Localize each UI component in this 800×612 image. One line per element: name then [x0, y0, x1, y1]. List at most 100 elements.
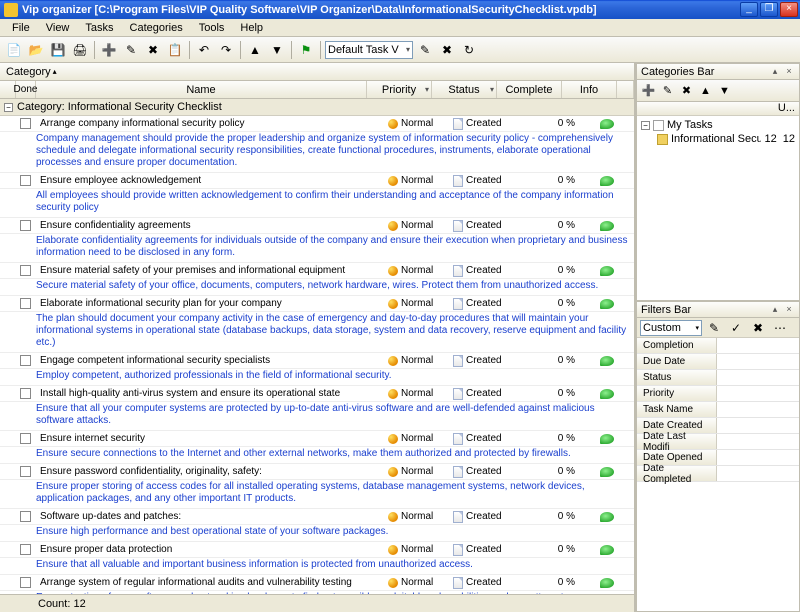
- col-scroll: [617, 81, 634, 98]
- col-done[interactable]: Done: [16, 81, 36, 98]
- new-icon[interactable]: 📄: [4, 40, 24, 60]
- menu-tasks[interactable]: Tasks: [77, 20, 121, 36]
- filter-row[interactable]: Status: [637, 370, 799, 386]
- filter-icon[interactable]: ✎: [415, 40, 435, 60]
- panel-close-icon[interactable]: ×: [783, 304, 795, 316]
- restore-button[interactable]: ❐: [760, 2, 778, 17]
- flag-icon[interactable]: ⚑: [296, 40, 316, 60]
- tree-root[interactable]: − My Tasks: [639, 118, 797, 132]
- group-collapse-icon[interactable]: −: [4, 103, 13, 112]
- task-row[interactable]: Ensure confidentiality agreements Normal…: [0, 218, 634, 234]
- task-complete: 0 %: [514, 576, 579, 589]
- filter-row[interactable]: Priority: [637, 386, 799, 402]
- priority-icon: [388, 545, 398, 555]
- task-priority: Normal: [384, 432, 449, 445]
- task-row[interactable]: Ensure password confidentiality, origina…: [0, 464, 634, 480]
- task-row[interactable]: Arrange system of regular informational …: [0, 575, 634, 591]
- task-row[interactable]: Ensure employee acknowledgement Normal C…: [0, 173, 634, 189]
- delete-task-icon[interactable]: ✖: [143, 40, 163, 60]
- task-info: [579, 175, 634, 187]
- done-checkbox[interactable]: [20, 577, 31, 588]
- cat-add-icon[interactable]: ➕: [640, 82, 657, 99]
- filter-save-icon[interactable]: ✓: [726, 318, 746, 338]
- task-row[interactable]: Ensure internet security Normal Created …: [0, 431, 634, 447]
- task-row[interactable]: Elaborate informational security plan fo…: [0, 296, 634, 312]
- menu-tools[interactable]: Tools: [191, 20, 233, 36]
- done-checkbox[interactable]: [20, 118, 31, 129]
- move-down-icon[interactable]: ▼: [267, 40, 287, 60]
- task-priority: Normal: [384, 264, 449, 277]
- done-checkbox[interactable]: [20, 220, 31, 231]
- col-status[interactable]: Status▾: [432, 81, 497, 98]
- col-complete[interactable]: Complete: [497, 81, 562, 98]
- status-icon: [453, 355, 463, 367]
- save-icon[interactable]: 💾: [48, 40, 68, 60]
- menu-file[interactable]: File: [4, 20, 38, 36]
- task-row[interactable]: Engage competent informational security …: [0, 353, 634, 369]
- refresh-icon[interactable]: ↻: [459, 40, 479, 60]
- clear-icon[interactable]: ✖: [437, 40, 457, 60]
- group-row[interactable]: − Category: Informational Security Check…: [0, 99, 634, 116]
- done-checkbox[interactable]: [20, 388, 31, 399]
- done-checkbox[interactable]: [20, 355, 31, 366]
- done-checkbox[interactable]: [20, 511, 31, 522]
- task-row[interactable]: Software up-dates and patches: Normal Cr…: [0, 509, 634, 525]
- minimize-button[interactable]: _: [740, 2, 758, 17]
- info-icon: [600, 512, 614, 522]
- category-tab[interactable]: Category▴: [0, 63, 634, 81]
- task-row[interactable]: Arrange company informational security p…: [0, 116, 634, 132]
- cat-edit-icon[interactable]: ✎: [659, 82, 676, 99]
- task-info: [579, 466, 634, 478]
- redo-icon[interactable]: ↷: [216, 40, 236, 60]
- task-name: Elaborate informational security plan fo…: [36, 297, 384, 310]
- done-checkbox[interactable]: [20, 175, 31, 186]
- filter-del-icon[interactable]: ✖: [748, 318, 768, 338]
- edit-task-icon[interactable]: ✎: [121, 40, 141, 60]
- open-icon[interactable]: 📂: [26, 40, 46, 60]
- status-icon: [453, 511, 463, 523]
- filter-row[interactable]: Date Completed: [637, 466, 799, 482]
- task-complete: 0 %: [514, 354, 579, 367]
- move-up-icon[interactable]: ▲: [245, 40, 265, 60]
- col-priority[interactable]: Priority▾: [367, 81, 432, 98]
- task-status: Created: [449, 219, 514, 233]
- filter-more-icon[interactable]: ⋯: [770, 318, 790, 338]
- close-button[interactable]: ×: [780, 2, 798, 17]
- filter-select[interactable]: Custom▾: [640, 320, 702, 336]
- task-priority: Normal: [384, 117, 449, 130]
- filter-row[interactable]: Completion: [637, 338, 799, 354]
- task-status: Created: [449, 174, 514, 188]
- view-combo[interactable]: Default Task V▾: [325, 41, 413, 59]
- task-complete: 0 %: [514, 117, 579, 130]
- done-checkbox[interactable]: [20, 544, 31, 555]
- filter-row[interactable]: Due Date: [637, 354, 799, 370]
- copy-icon[interactable]: 📋: [165, 40, 185, 60]
- done-checkbox[interactable]: [20, 433, 31, 444]
- menu-view[interactable]: View: [38, 20, 78, 36]
- menu-categories[interactable]: Categories: [122, 20, 191, 36]
- print-icon[interactable]: 🖨: [70, 40, 90, 60]
- undo-icon[interactable]: ↶: [194, 40, 214, 60]
- done-checkbox[interactable]: [20, 466, 31, 477]
- pin-icon[interactable]: ▴: [769, 304, 781, 316]
- pin-icon[interactable]: ▴: [769, 66, 781, 78]
- cat-down-icon[interactable]: ▼: [716, 82, 733, 99]
- filter-edit-icon[interactable]: ✎: [704, 318, 724, 338]
- tree-expand-icon[interactable]: −: [641, 121, 650, 130]
- col-info[interactable]: Info: [562, 81, 617, 98]
- task-row[interactable]: Ensure proper data protection Normal Cre…: [0, 542, 634, 558]
- col-name[interactable]: Name: [36, 81, 367, 98]
- menu-help[interactable]: Help: [232, 20, 271, 36]
- add-task-icon[interactable]: ➕: [99, 40, 119, 60]
- done-checkbox[interactable]: [20, 265, 31, 276]
- cat-del-icon[interactable]: ✖: [678, 82, 695, 99]
- filter-row[interactable]: Date Last Modifi: [637, 434, 799, 450]
- cat-up-icon[interactable]: ▲: [697, 82, 714, 99]
- tree-child[interactable]: Informational Security Checklist 1212: [639, 132, 797, 146]
- task-priority: Normal: [384, 387, 449, 400]
- filter-row[interactable]: Task Name: [637, 402, 799, 418]
- task-row[interactable]: Install high-quality anti-virus system a…: [0, 386, 634, 402]
- panel-close-icon[interactable]: ×: [783, 66, 795, 78]
- done-checkbox[interactable]: [20, 298, 31, 309]
- task-row[interactable]: Ensure material safety of your premises …: [0, 263, 634, 279]
